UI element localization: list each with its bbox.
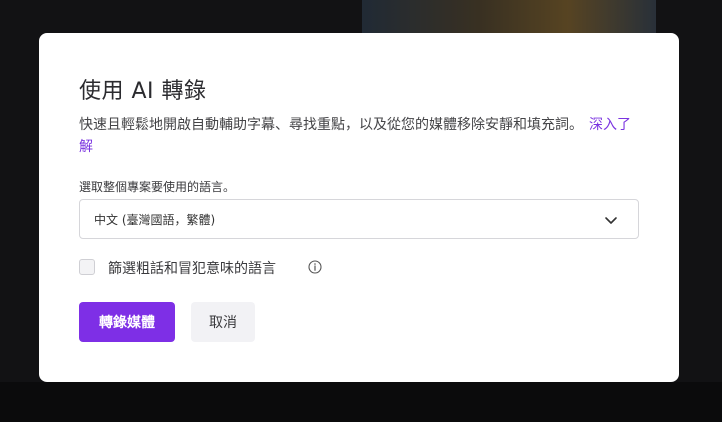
filter-profanity-label: 篩選粗話和冒犯意味的語言 — [108, 261, 276, 277]
transcribe-media-button[interactable]: 轉錄媒體 — [79, 302, 175, 342]
chevron-down-icon — [605, 217, 617, 224]
language-label: 選取整個專案要使用的語言。 — [79, 180, 236, 194]
filter-profanity-checkbox[interactable] — [79, 259, 95, 275]
dialog-title: 使用 AI 轉錄 — [79, 79, 207, 104]
language-select[interactable]: 中文 (臺灣國語，繁體) — [79, 199, 639, 239]
dialog-description: 快速且輕鬆地開啟自動輔助字幕、尋找重點，以及從您的媒體移除安靜和填充詞。 深入了解 — [79, 114, 639, 158]
cancel-button[interactable]: 取消 — [191, 302, 255, 342]
info-icon[interactable] — [308, 260, 322, 274]
ai-transcription-dialog: 使用 AI 轉錄 快速且輕鬆地開啟自動輔助字幕、尋找重點，以及從您的媒體移除安靜… — [39, 33, 679, 382]
description-text: 快速且輕鬆地開啟自動輔助字幕、尋找重點，以及從您的媒體移除安靜和填充詞。 — [79, 117, 583, 133]
language-select-value: 中文 (臺灣國語，繁體) — [94, 213, 216, 227]
